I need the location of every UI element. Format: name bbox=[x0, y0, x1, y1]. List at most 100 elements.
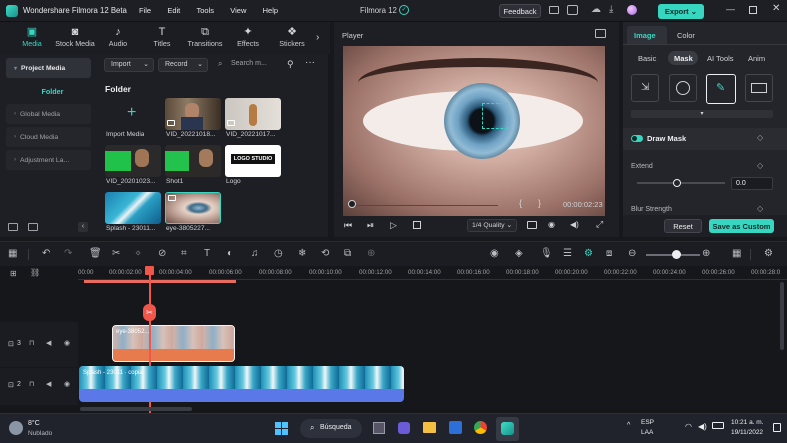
zoom-in-icon[interactable]: ⊕ bbox=[702, 248, 710, 260]
tab-color[interactable]: Color bbox=[677, 31, 695, 40]
import-media-tile[interactable]: + bbox=[105, 98, 161, 130]
freeze-icon[interactable]: ❄ bbox=[298, 248, 306, 260]
subtab-animation[interactable]: Anim bbox=[748, 54, 778, 63]
avatar[interactable] bbox=[627, 5, 637, 15]
tab-audio[interactable]: ♪ Audio bbox=[96, 25, 140, 48]
audio-mixer-icon[interactable]: ☰ bbox=[563, 248, 572, 260]
new-folder-icon[interactable] bbox=[8, 223, 18, 231]
zoom-slider-handle[interactable] bbox=[672, 250, 681, 259]
battery-icon[interactable] bbox=[712, 422, 724, 429]
fullscreen-icon[interactable]: ⤢ bbox=[596, 219, 603, 230]
play-icon[interactable]: ▷ bbox=[390, 220, 397, 231]
expand-masks-button[interactable]: ▾ bbox=[631, 110, 773, 118]
language-indicator[interactable]: ESP bbox=[641, 419, 654, 426]
stop-icon[interactable] bbox=[413, 221, 421, 229]
tab-stickers[interactable]: ❖ Stickers bbox=[270, 25, 314, 48]
nav-project-media[interactable]: ▾ Project Media bbox=[6, 58, 91, 78]
mask-rectangle-button[interactable] bbox=[745, 74, 773, 102]
cloud-icon[interactable]: ☁ bbox=[591, 4, 601, 16]
microphone-icon[interactable]: 🎙 bbox=[540, 248, 553, 260]
speaker-icon[interactable]: ◀ bbox=[46, 380, 51, 388]
minimize-icon[interactable]: — bbox=[726, 4, 735, 14]
eye-icon[interactable]: ◉ bbox=[64, 380, 70, 388]
split-scissors-icon[interactable]: ✂ bbox=[143, 304, 156, 321]
speed-icon[interactable]: ⊘ bbox=[158, 248, 166, 260]
timeline-scrollbar[interactable] bbox=[80, 407, 192, 411]
work-area-range[interactable] bbox=[84, 280, 236, 283]
tab-media[interactable]: ▣ Media bbox=[10, 25, 54, 48]
fit-timeline-icon[interactable]: ▦ bbox=[732, 248, 741, 260]
collapse-panel-icon[interactable]: ‹ bbox=[78, 222, 88, 232]
display-icon[interactable] bbox=[527, 221, 537, 229]
ai-tools-icon[interactable]: ⧈ bbox=[606, 248, 612, 260]
more-tools-icon[interactable]: ⊕ bbox=[367, 248, 375, 260]
media-thumbnail[interactable] bbox=[225, 98, 281, 130]
feedback-button[interactable]: Feedback bbox=[499, 4, 541, 18]
media-thumbnail[interactable] bbox=[105, 192, 161, 224]
filter-icon[interactable]: ⚲ bbox=[287, 59, 294, 70]
mask-import-button[interactable]: ⇲ bbox=[631, 74, 659, 102]
media-thumbnail[interactable]: LOGO STUDIO bbox=[225, 145, 281, 177]
redo-icon[interactable]: ↷ bbox=[64, 248, 72, 260]
media-thumbnail[interactable] bbox=[105, 145, 161, 177]
menu-view[interactable]: View bbox=[230, 6, 246, 15]
maximize-icon[interactable] bbox=[749, 6, 757, 14]
subtab-mask[interactable]: Mask bbox=[674, 54, 693, 63]
save-as-custom-button[interactable]: Save as Custom bbox=[709, 219, 774, 233]
tab-image[interactable]: Image bbox=[634, 31, 656, 40]
store-icon[interactable] bbox=[449, 421, 462, 434]
record-dropdown[interactable]: Record ⌄ bbox=[158, 58, 208, 72]
timeline-clip-eye[interactable]: eye-38052... bbox=[112, 325, 235, 362]
reset-button[interactable]: Reset bbox=[664, 219, 702, 233]
menu-help[interactable]: Help bbox=[263, 6, 278, 15]
extend-slider-handle[interactable] bbox=[673, 179, 681, 187]
video-preview[interactable] bbox=[343, 46, 605, 216]
layout-icon[interactable] bbox=[567, 5, 578, 15]
keyframe-diamond-icon[interactable]: ◇ bbox=[757, 133, 763, 142]
media-thumbnail[interactable] bbox=[165, 98, 221, 130]
playhead-top-handle[interactable] bbox=[145, 266, 154, 275]
volume-icon[interactable]: ◀) bbox=[698, 422, 707, 431]
undo-icon[interactable]: ↶ bbox=[42, 248, 50, 260]
split-icon[interactable]: ✂ bbox=[112, 248, 120, 260]
add-track-icon[interactable]: ⊞ bbox=[10, 269, 17, 278]
windows-start-icon[interactable] bbox=[275, 422, 288, 435]
export-button[interactable]: Export ⌄ bbox=[658, 4, 704, 19]
render-icon[interactable]: ◉ bbox=[490, 248, 499, 260]
color-palette-icon[interactable]: ◐ bbox=[227, 248, 233, 260]
snap-icon[interactable]: ⚙ bbox=[584, 248, 593, 260]
keyframe-diamond-icon[interactable]: ◇ bbox=[757, 161, 763, 170]
timeline-settings-icon[interactable]: ⚙ bbox=[764, 248, 773, 260]
file-explorer-icon[interactable] bbox=[423, 422, 436, 433]
timer-icon[interactable]: ◷ bbox=[274, 248, 283, 260]
import-dropdown[interactable]: Import ⌄ bbox=[104, 58, 154, 72]
mask-draw-overlay[interactable] bbox=[482, 103, 508, 129]
download-icon[interactable]: ⤓ bbox=[609, 4, 613, 16]
notifications-icon[interactable] bbox=[773, 423, 781, 432]
wifi-icon[interactable]: ◠ bbox=[685, 422, 692, 431]
task-view-icon[interactable] bbox=[373, 422, 385, 434]
search-input[interactable]: Search m... bbox=[231, 60, 267, 67]
mark-in-icon[interactable]: { bbox=[519, 198, 522, 208]
duplicate-icon[interactable]: ⧉ bbox=[344, 248, 351, 260]
playback-progress-track[interactable] bbox=[346, 205, 498, 206]
quality-dropdown[interactable]: 1/4 Quality ⌄ bbox=[467, 219, 517, 232]
monitor-icon[interactable] bbox=[549, 6, 559, 14]
speaker-icon[interactable]: ◀ bbox=[46, 339, 51, 347]
nav-cloud-media[interactable]: › Cloud Media bbox=[6, 127, 91, 147]
nav-adjustment-layer[interactable]: › Adjustment La... bbox=[6, 150, 91, 170]
search-box[interactable]: ⌕ Search m... bbox=[218, 58, 272, 72]
auto-reframe-icon[interactable]: ⟲ bbox=[321, 248, 329, 260]
camera-icon[interactable]: ◉ bbox=[548, 220, 555, 229]
time-ruler[interactable]: 00:00 00:00:02:00 00:00:04:00 00:00:06:0… bbox=[78, 266, 787, 280]
chevron-right-icon[interactable]: › bbox=[316, 32, 319, 43]
extend-value-input[interactable]: 0.0 bbox=[731, 177, 773, 190]
nav-folder[interactable]: Folder bbox=[6, 81, 91, 101]
lock-icon[interactable]: ⊓ bbox=[29, 339, 34, 347]
tray-chevron-icon[interactable]: ^ bbox=[627, 422, 630, 429]
taskbar-search[interactable]: ⌕ Búsqueda bbox=[300, 419, 362, 438]
detach-icon[interactable]: ⋄ bbox=[135, 248, 141, 260]
prev-frame-icon[interactable]: ⏮ bbox=[344, 220, 352, 231]
mask-none-button[interactable] bbox=[669, 74, 697, 102]
timeline-vertical-scrollbar[interactable] bbox=[780, 282, 784, 350]
